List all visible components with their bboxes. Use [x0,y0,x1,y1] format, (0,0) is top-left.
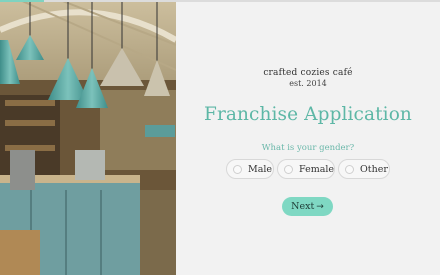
radio-circle-icon [345,164,354,174]
form-title: Franchise Application [204,104,412,125]
radio-circle-icon [284,164,293,174]
next-button-label: Next [291,201,315,212]
option-female[interactable]: Female [277,159,335,179]
progress-fill [0,0,44,2]
arrow-right-icon: → [316,201,324,212]
option-other[interactable]: Other [338,159,390,179]
brand-name: crafted cozies café [263,68,353,78]
option-label: Male [248,163,273,175]
option-label: Other [360,163,388,175]
radio-circle-icon [233,164,242,174]
option-male[interactable]: Male [226,159,274,179]
progress-bar [0,0,440,2]
gender-question: What is your gender? [261,143,355,153]
form-panel: crafted cozies café est. 2014 Franchise … [176,0,440,275]
cafe-photo [0,0,176,275]
next-button[interactable]: Next → [282,197,333,216]
brand-established: est. 2014 [289,79,327,88]
gender-options: Male Female Other [226,159,390,181]
option-label: Female [299,163,335,175]
